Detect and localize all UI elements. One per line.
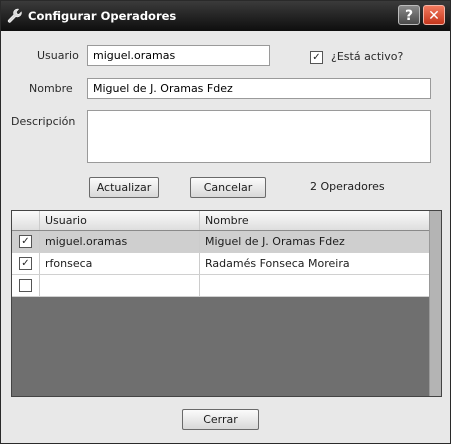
row-usuario[interactable] <box>40 275 200 296</box>
row-check-cell: ✓ <box>12 231 40 252</box>
wrench-icon <box>7 8 22 23</box>
grid-header: Usuario Nombre <box>12 211 430 231</box>
row-checkbox[interactable]: ✓ <box>19 257 32 270</box>
table-row[interactable]: ✓ miguel.oramas Miguel de J. Oramas Fdez <box>12 231 430 253</box>
help-button[interactable]: ? <box>398 5 420 25</box>
row-usuario[interactable]: miguel.oramas <box>40 231 200 252</box>
activo-label: ¿Está activo? <box>331 50 404 63</box>
operators-grid[interactable]: Usuario Nombre ✓ miguel.oramas Miguel de… <box>11 210 442 397</box>
header-nombre[interactable]: Nombre <box>200 211 430 230</box>
row-nombre[interactable] <box>200 275 430 296</box>
close-button[interactable]: ✕ <box>423 5 445 25</box>
header-usuario[interactable]: Usuario <box>40 211 200 230</box>
grid-scrollbar[interactable] <box>429 211 441 396</box>
row-usuario[interactable]: rfonseca <box>40 253 200 274</box>
configurar-operadores-dialog: Configurar Operadores ? ✕ Usuario miguel… <box>0 0 451 444</box>
descripcion-label: Descripción <box>11 115 76 128</box>
header-check-column <box>12 211 40 230</box>
window-title: Configurar Operadores <box>28 9 177 23</box>
table-row[interactable]: ✓ rfonseca Radamés Fonseca Moreira <box>12 253 430 275</box>
row-check-cell <box>12 275 40 296</box>
row-checkbox[interactable] <box>19 279 32 292</box>
nombre-input[interactable]: Miguel de J. Oramas Fdez <box>87 78 431 99</box>
table-row-new[interactable] <box>12 275 430 297</box>
usuario-input[interactable]: miguel.oramas <box>87 45 270 66</box>
usuario-label: Usuario <box>37 49 79 62</box>
operator-count: 2 Operadores <box>310 180 385 193</box>
actualizar-button[interactable]: Actualizar <box>89 177 159 198</box>
row-checkbox[interactable]: ✓ <box>19 235 32 248</box>
row-nombre[interactable]: Miguel de J. Oramas Fdez <box>200 231 430 252</box>
cerrar-button[interactable]: Cerrar <box>182 409 259 430</box>
activo-checkbox[interactable]: ✓ <box>310 51 323 64</box>
title-bar[interactable]: Configurar Operadores ? ✕ <box>1 1 450 31</box>
cancelar-button[interactable]: Cancelar <box>190 177 266 198</box>
row-nombre[interactable]: Radamés Fonseca Moreira <box>200 253 430 274</box>
descripcion-textarea[interactable] <box>87 110 431 163</box>
nombre-label: Nombre <box>29 82 73 95</box>
row-check-cell: ✓ <box>12 253 40 274</box>
